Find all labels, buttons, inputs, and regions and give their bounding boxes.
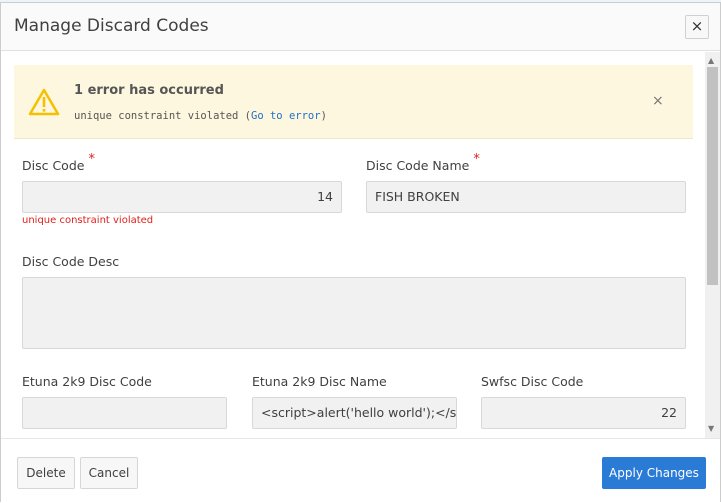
disc-code-name-label: Disc Code Name * <box>366 152 480 174</box>
alert-close-icon[interactable]: × <box>652 93 664 109</box>
alert-message-text: unique constraint violated ( <box>74 110 252 122</box>
dialog-title: Manage Discard Codes <box>14 16 209 36</box>
etuna-disc-name-label: Etuna 2k9 Disc Name <box>252 374 387 389</box>
etuna-disc-code-input[interactable] <box>22 397 227 429</box>
scroll-down-icon[interactable]: ▼ <box>708 424 714 433</box>
required-marker: * <box>88 152 95 167</box>
scrollbar-thumb[interactable] <box>707 67 718 285</box>
scroll-up-icon[interactable]: ▲ <box>708 56 714 65</box>
disc-code-desc-textarea[interactable] <box>22 277 686 349</box>
disc-code-error: unique constraint violated <box>22 215 154 226</box>
cancel-button[interactable]: Cancel <box>80 457 138 489</box>
manage-discard-codes-dialog: Manage Discard Codes × 1 error has occur… <box>0 2 721 502</box>
disc-code-name-label-text: Disc Code Name <box>366 158 470 173</box>
warning-icon <box>28 88 60 116</box>
disc-code-label-text: Disc Code <box>22 158 85 173</box>
disc-code-desc-label: Disc Code Desc <box>22 254 120 269</box>
apply-changes-button[interactable]: Apply Changes <box>602 457 706 489</box>
swfsc-disc-code-label: Swfsc Disc Code <box>481 374 584 389</box>
disc-code-input[interactable]: 14 <box>22 181 342 213</box>
alert-message: unique constraint violated (Go to error) <box>74 110 327 122</box>
alert-message-suffix: ) <box>320 110 327 122</box>
disc-code-name-input[interactable]: FISH BROKEN <box>366 181 686 213</box>
etuna-disc-code-label: Etuna 2k9 Disc Code <box>22 374 152 389</box>
go-to-error-link[interactable]: Go to error <box>251 110 321 122</box>
swfsc-disc-code-input[interactable]: 22 <box>481 397 686 429</box>
delete-button[interactable]: Delete <box>17 457 75 489</box>
dialog-close-button[interactable]: × <box>685 15 709 39</box>
dialog-scrollbar[interactable]: ▲ ▼ <box>705 52 720 438</box>
etuna-disc-name-input[interactable]: <script>alert('hello world');</script> <box>252 397 457 429</box>
disc-code-label: Disc Code * <box>22 152 95 174</box>
dialog-footer: Delete Cancel Apply Changes <box>1 438 720 502</box>
dialog-body: 1 error has occurred unique constraint v… <box>1 52 705 438</box>
dialog-header: Manage Discard Codes × <box>1 3 720 51</box>
alert-heading: 1 error has occurred <box>74 83 224 98</box>
error-alert: 1 error has occurred unique constraint v… <box>14 65 693 139</box>
required-marker: * <box>473 152 480 167</box>
